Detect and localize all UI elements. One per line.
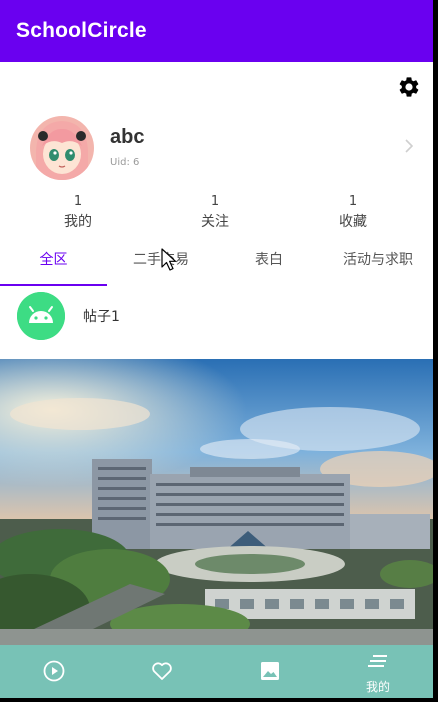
mouse-pointer-icon (161, 248, 177, 271)
avatar[interactable] (30, 116, 94, 180)
nav-item-mine[interactable]: 我的 (324, 645, 432, 698)
gear-icon (399, 77, 419, 97)
nav-item-favorites[interactable] (108, 645, 216, 698)
stat-following[interactable]: 1 关注 (170, 194, 260, 232)
tab-indicator (0, 284, 107, 286)
play-circle-icon (43, 660, 65, 682)
stats-row: 1 我的 1 关注 1 收藏 (0, 194, 433, 234)
stat-label: 收藏 (339, 214, 367, 230)
stat-mine[interactable]: 1 我的 (33, 194, 123, 232)
tab-confession[interactable]: 表白 (215, 246, 323, 284)
app-bar: SchoolCircle (0, 0, 433, 62)
app-screen: SchoolCircle abc Uid: 6 1 我的 1 关注 1 收藏 全… (0, 0, 433, 698)
stat-count: 1 (210, 194, 220, 209)
android-icon (17, 292, 65, 340)
menu-lines-icon (368, 655, 387, 667)
stat-count: 1 (73, 194, 83, 209)
nav-label: 我的 (365, 680, 390, 694)
stat-label: 我的 (64, 214, 92, 230)
chevron-right-icon (405, 139, 414, 153)
tab-all[interactable]: 全区 (0, 246, 107, 284)
profile-row[interactable]: abc Uid: 6 (0, 112, 433, 184)
app-title: SchoolCircle (16, 19, 147, 42)
user-id: Uid: 6 (110, 157, 140, 168)
tab-events-jobs[interactable]: 活动与求职 (323, 246, 433, 284)
post-header[interactable]: 帖子1 (0, 290, 433, 348)
nav-item-gallery[interactable] (216, 645, 324, 698)
settings-button[interactable] (397, 75, 421, 99)
post-title: 帖子1 (83, 309, 120, 325)
bottom-nav: 我的 (0, 645, 433, 698)
image-icon (261, 662, 279, 680)
stat-count: 1 (348, 194, 358, 209)
heart-icon (152, 662, 172, 680)
stat-label: 关注 (201, 214, 229, 230)
post-image[interactable] (0, 359, 433, 645)
category-tabs: 全区 二手交易 表白 活动与求职 (0, 246, 433, 286)
username: abc (110, 126, 145, 148)
stat-favorites[interactable]: 1 收藏 (308, 194, 398, 232)
nav-item-video[interactable] (0, 645, 108, 698)
